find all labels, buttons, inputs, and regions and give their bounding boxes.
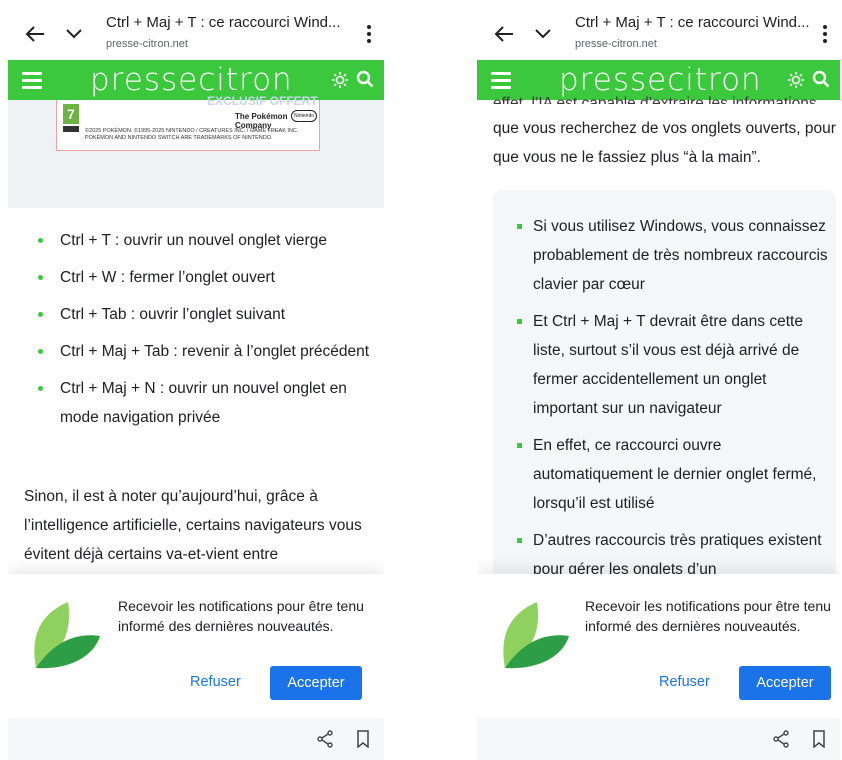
clipped-text: effet, l’IA est capable d’extraire les i… (493, 96, 817, 104)
notification-text: Recevoir les notifications pour être ten… (118, 598, 364, 634)
site-header: pressecitron (8, 60, 384, 100)
bullet-icon (517, 538, 522, 543)
summary-list: Si vous utilisez Windows, vous connaisse… (493, 212, 833, 592)
bottom-bar (477, 718, 840, 760)
refuse-button[interactable]: Refuser (190, 674, 241, 690)
bullet-icon (38, 349, 43, 354)
bullet-icon (517, 443, 522, 448)
exclusive-label: EXCLUSIF OFFERT (207, 94, 318, 108)
search-icon[interactable] (356, 70, 374, 88)
shortcut-list: Ctrl + T : ouvrir un nouvel onglet vierg… (28, 226, 378, 440)
bullet-icon (38, 238, 43, 243)
bullet-icon (38, 312, 43, 317)
notification-text: Recevoir les notifications pour être ten… (585, 598, 831, 634)
article-paragraph: que vous recherchez de vos onglets ouver… (493, 120, 836, 166)
bullet-icon (38, 275, 43, 280)
list-item: Ctrl + Tab : ouvrir l’onglet suivant (28, 300, 378, 329)
promo-banner: 7 EXCLUSIF OFFERT The Pokémon Company Ni… (8, 94, 384, 208)
hamburger-menu-icon[interactable] (491, 72, 511, 89)
list-item: Ctrl + W : fermer l’onglet ouvert (28, 263, 378, 292)
legal-text: ©2025 Pokémon. ©1995-2025 Nintendo / Cre… (85, 128, 299, 141)
list-item: Ctrl + Maj + N : ouvrir un nouvel onglet… (28, 374, 378, 432)
bullet-icon (517, 224, 522, 229)
pegi-badge: 7 (63, 104, 79, 124)
pegi-footer (63, 126, 79, 132)
share-icon[interactable] (316, 730, 334, 748)
brightness-icon[interactable] (788, 72, 804, 88)
bullet-icon (38, 386, 43, 391)
kebab-menu-icon[interactable] (822, 24, 828, 44)
browser-toolbar: Ctrl + Maj + T : ce raccourci Wind... pr… (477, 0, 840, 60)
browser-toolbar: Ctrl + Maj + T : ce raccourci Wind... pr… (8, 0, 384, 60)
accept-button[interactable]: Accepter (270, 666, 362, 700)
list-item: Ctrl + Maj + Tab : revenir à l’onglet pr… (28, 337, 378, 366)
list-item: Ctrl + T : ouvrir un nouvel onglet vierg… (28, 226, 378, 255)
back-arrow-icon[interactable] (24, 24, 46, 44)
chevron-down-icon[interactable] (64, 26, 84, 42)
share-icon[interactable] (772, 730, 790, 748)
list-item: En effet, ce raccourci ouvre automatique… (493, 431, 833, 518)
site-header: pressecitron (477, 60, 840, 100)
notification-prompt: Recevoir les notifications pour être ten… (477, 574, 840, 716)
hamburger-menu-icon[interactable] (22, 72, 42, 89)
list-item: Si vous utilisez Windows, vous connaisse… (493, 212, 833, 299)
page-title: Ctrl + Maj + T : ce raccourci Wind... (106, 14, 341, 31)
bottom-bar (8, 718, 384, 760)
notification-prompt: Recevoir les notifications pour être ten… (8, 574, 384, 716)
promo-image[interactable]: 7 EXCLUSIF OFFERT The Pokémon Company Ni… (56, 94, 320, 151)
page-title: Ctrl + Maj + T : ce raccourci Wind... (575, 14, 810, 31)
accept-button[interactable]: Accepter (739, 666, 831, 700)
page-url[interactable]: presse-citron.net (575, 38, 657, 50)
article-paragraph: Sinon, il est à noter qu’aujourd’hui, gr… (24, 488, 362, 563)
bookmark-icon[interactable] (356, 730, 370, 748)
nintendo-logo: Nintendo (291, 110, 317, 122)
chevron-down-icon[interactable] (533, 26, 553, 42)
refuse-button[interactable]: Refuser (659, 674, 710, 690)
kebab-menu-icon[interactable] (366, 24, 372, 44)
left-screenshot: Ctrl + Maj + T : ce raccourci Wind... pr… (8, 0, 384, 760)
bullet-icon (517, 319, 522, 324)
leaf-logo-icon (34, 602, 100, 669)
search-icon[interactable] (812, 70, 830, 88)
back-arrow-icon[interactable] (493, 24, 515, 44)
brightness-icon[interactable] (332, 72, 348, 88)
bookmark-icon[interactable] (812, 730, 826, 748)
list-item: Et Ctrl + Maj + T devrait être dans cett… (493, 307, 833, 423)
right-screenshot: Ctrl + Maj + T : ce raccourci Wind... pr… (477, 0, 840, 760)
page-url[interactable]: presse-citron.net (106, 38, 188, 50)
leaf-logo-icon (503, 602, 569, 669)
site-logo[interactable]: pressecitron (559, 60, 762, 100)
